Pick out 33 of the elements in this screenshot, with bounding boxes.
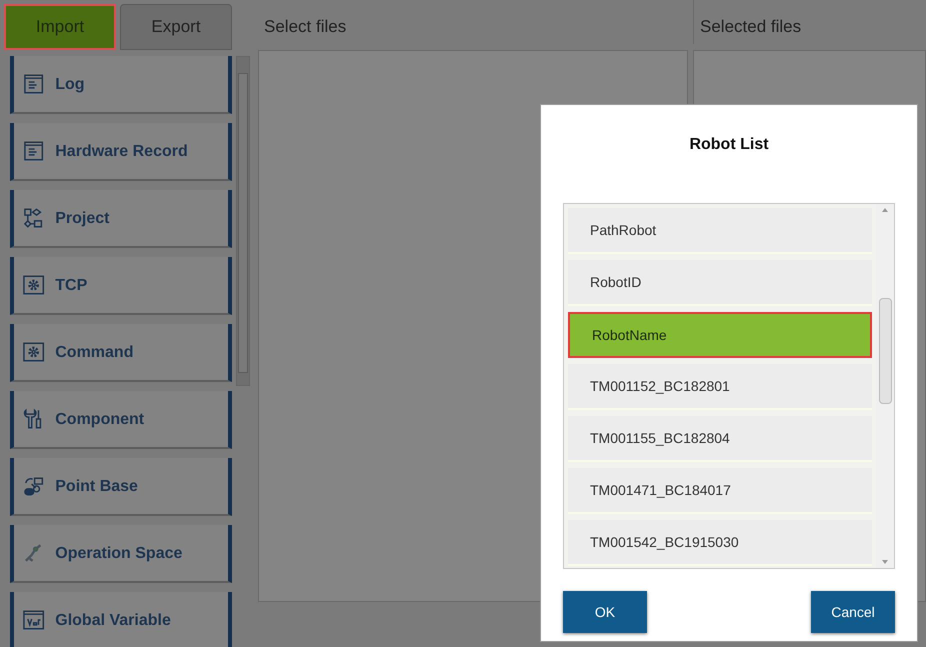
list-item[interactable]: TM001471_BC184017 [568, 468, 872, 514]
scrollbar[interactable] [236, 56, 250, 386]
gear-icon [22, 340, 46, 364]
nav-button[interactable]: Component [10, 391, 232, 449]
panel-title: Selected files [693, 0, 926, 44]
dialog-button[interactable]: Cancel [811, 591, 895, 633]
panel-title: Select files [263, 16, 348, 38]
dialog-title: Robot List [688, 135, 770, 155]
gear-icon [22, 273, 46, 297]
nav-button[interactable]: Log [10, 56, 232, 114]
variable-icon [22, 608, 46, 632]
nav-button[interactable]: Project [10, 190, 232, 248]
list-item[interactable]: TM001152_BC182801 [568, 364, 872, 410]
tab[interactable]: Export [120, 4, 232, 50]
tab[interactable]: Import [4, 4, 116, 50]
dialog-button[interactable]: OK [563, 591, 647, 633]
list-item[interactable]: RobotID [568, 260, 872, 306]
list-item[interactable]: PathRobot [568, 208, 872, 254]
document-icon [22, 139, 46, 163]
scroll-thumb[interactable] [238, 73, 248, 373]
document-icon [22, 72, 46, 96]
list-item[interactable]: RobotName [568, 312, 872, 358]
scroll-up-icon[interactable] [882, 208, 888, 212]
nav-button[interactable]: Global Variable [10, 592, 232, 647]
scroll-down-icon[interactable] [882, 560, 888, 564]
list-item[interactable]: TM001542_BC1915030 [568, 520, 872, 566]
nav-button[interactable]: Point Base [10, 458, 232, 516]
nav-button[interactable]: Operation Space [10, 525, 232, 583]
nav-button[interactable]: TCP [10, 257, 232, 315]
nav-button[interactable]: Hardware Record [10, 123, 232, 181]
scroll-thumb[interactable] [878, 298, 892, 404]
nav-button[interactable]: Command [10, 324, 232, 382]
list-item[interactable]: TM001155_BC182804 [568, 416, 872, 462]
